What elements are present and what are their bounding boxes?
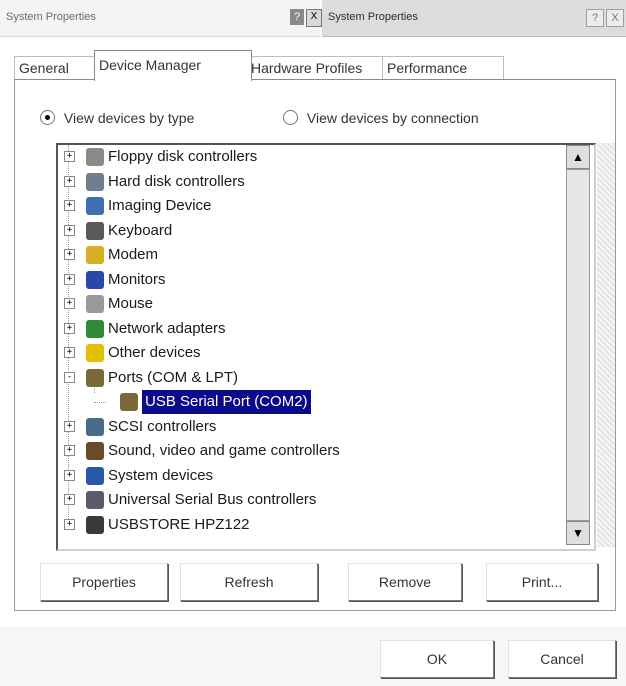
tree-item-label: Sound, video and game controllers <box>108 442 340 459</box>
tree-item-label: Hard disk controllers <box>108 172 245 190</box>
expand-icon[interactable]: + <box>64 322 75 334</box>
tree-item-label: Imaging Device <box>108 197 212 214</box>
monitor-icon <box>86 270 104 289</box>
window-title: System Properties <box>328 11 418 23</box>
print-button[interactable]: Print... <box>486 563 598 601</box>
system-device-icon <box>86 466 104 485</box>
view-options-connection: View devices by connection <box>283 110 479 126</box>
expand-icon[interactable]: + <box>64 469 75 481</box>
tab-device-manager[interactable]: Device Manager <box>94 50 252 81</box>
question-mark-icon <box>86 344 104 362</box>
close-icon[interactable]: X <box>606 9 624 27</box>
tree-item-label: SCSI controllers <box>108 417 217 435</box>
view-options: View devices by type <box>40 110 194 126</box>
ghost-close-icon: X <box>306 9 322 27</box>
expand-icon[interactable]: + <box>64 347 75 358</box>
remove-button[interactable]: Remove <box>348 563 462 601</box>
device-tree[interactable]: + Floppy disk controllers + Hard disk contr… <box>56 143 596 551</box>
tab-general[interactable]: General <box>14 56 100 79</box>
usb-controller-icon <box>86 491 104 509</box>
tree-item-label: Other devices <box>108 344 201 361</box>
scroll-down-button[interactable]: ▼ <box>566 521 590 545</box>
tab-performance[interactable]: Performance <box>382 56 504 79</box>
expand-icon[interactable]: + <box>64 273 75 285</box>
floppy-controller-icon <box>86 148 104 166</box>
tree-scrollbar[interactable]: ▲ ▼ <box>566 145 590 545</box>
expand-icon[interactable]: + <box>64 249 75 260</box>
port-icon <box>86 368 104 387</box>
tree-item-label: Ports (COM & LPT) <box>108 368 239 386</box>
tree-item-label: System devices <box>108 466 214 484</box>
radio-selected-icon <box>40 110 55 125</box>
expand-icon[interactable]: + <box>64 298 75 309</box>
scroll-thumb[interactable] <box>566 169 590 521</box>
ghost-help-icon: ? <box>290 9 304 25</box>
port-icon <box>120 393 138 411</box>
tree-item-label: Mouse <box>108 295 154 312</box>
expand-icon[interactable]: + <box>64 200 75 211</box>
tree-item-label: USB Serial Port (COM2) <box>142 390 311 414</box>
ghost-titlebar: System Properties ? X <box>0 0 322 37</box>
scsi-controller-icon <box>86 417 104 436</box>
tree-item-label: Network adapters <box>108 319 226 337</box>
modem-icon <box>86 246 104 264</box>
keyboard-icon <box>86 221 104 240</box>
usb-store-icon <box>86 515 104 534</box>
ghost-scroll-track <box>597 143 615 547</box>
tree-item-label: Universal Serial Bus controllers <box>108 491 317 508</box>
radio-view-by-type-label: View devices by type <box>63 110 195 126</box>
tab-strip: General Device Manager Hardware Profiles… <box>14 50 614 81</box>
tree-item-label: Monitors <box>108 270 166 288</box>
properties-button[interactable]: Properties <box>40 563 168 601</box>
scroll-up-button[interactable]: ▲ <box>566 145 590 169</box>
titlebar: System Properties ? X <box>322 0 626 37</box>
radio-unselected-icon <box>283 110 298 125</box>
expand-icon[interactable]: + <box>64 224 75 236</box>
tab-hardware-profiles[interactable]: Hardware Profiles <box>246 56 388 79</box>
radio-view-by-type[interactable]: View devices by type <box>40 110 194 126</box>
expand-icon[interactable]: + <box>64 151 75 162</box>
radio-view-by-connection[interactable]: View devices by connection <box>283 110 479 126</box>
refresh-button[interactable]: Refresh <box>180 563 318 601</box>
ghost-title-text: System Properties <box>6 11 96 23</box>
collapse-icon[interactable]: - <box>64 371 75 383</box>
imaging-device-icon <box>86 197 104 215</box>
tree-item-label: Modem <box>108 246 159 263</box>
cancel-button[interactable]: Cancel <box>508 640 616 678</box>
expand-icon[interactable]: + <box>64 175 75 187</box>
tree-item-label: Floppy disk controllers <box>108 148 258 165</box>
hard-disk-controller-icon <box>86 172 104 191</box>
expand-icon[interactable]: + <box>64 445 75 456</box>
expand-icon[interactable]: + <box>64 420 75 432</box>
mouse-icon <box>86 295 104 313</box>
network-adapter-icon <box>86 319 104 338</box>
sound-icon <box>86 442 104 460</box>
help-icon[interactable]: ? <box>586 9 604 27</box>
tree-item-label: Keyboard <box>108 221 173 239</box>
ok-button[interactable]: OK <box>380 640 494 678</box>
radio-view-by-connection-label: View devices by connection <box>306 110 479 126</box>
expand-icon[interactable]: + <box>64 518 75 530</box>
tree-item-label: USBSTORE HPZ122 <box>108 515 250 533</box>
expand-icon[interactable]: + <box>64 494 75 505</box>
tree-dots <box>94 402 106 403</box>
